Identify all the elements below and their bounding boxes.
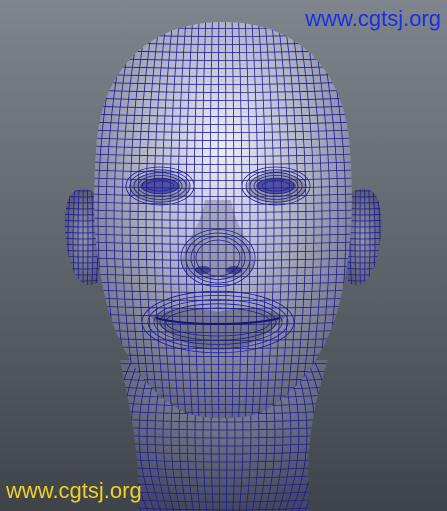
viewport: www.cgtsj.org www.cgtsj.org [0, 0, 447, 511]
left-nostril [195, 266, 211, 274]
watermark-top: www.cgtsj.org [305, 6, 441, 31]
head-wireframe-render [0, 0, 447, 511]
watermark-bottom: www.cgtsj.org [6, 478, 142, 503]
left-eye [140, 178, 180, 194]
right-eye [256, 178, 296, 194]
right-nostril [226, 266, 242, 274]
